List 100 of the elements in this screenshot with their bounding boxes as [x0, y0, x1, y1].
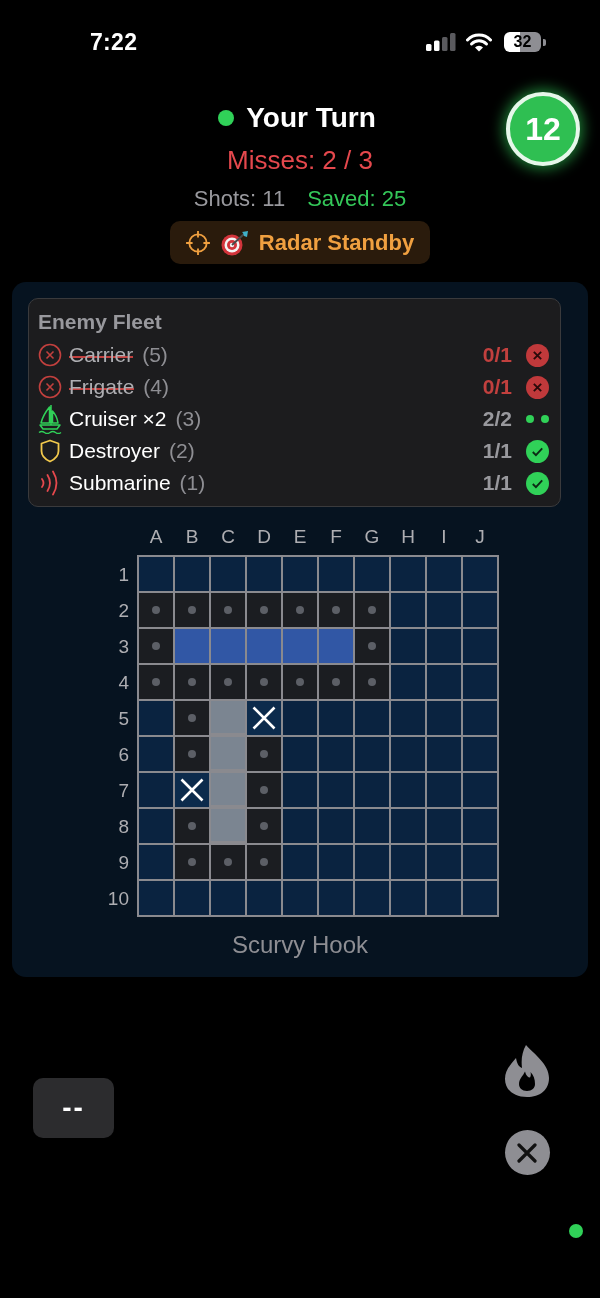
- grid-cell[interactable]: [355, 665, 389, 699]
- grid-cell[interactable]: [391, 629, 425, 663]
- grid-cell[interactable]: [355, 773, 389, 807]
- grid-cell[interactable]: [139, 773, 173, 807]
- grid-cell[interactable]: [247, 773, 281, 807]
- grid-cell[interactable]: [391, 737, 425, 771]
- grid-cell[interactable]: [319, 701, 353, 735]
- grid-cell[interactable]: [247, 809, 281, 843]
- grid-cell[interactable]: [355, 701, 389, 735]
- grid-cell[interactable]: [283, 593, 317, 627]
- grid-cell[interactable]: [247, 557, 281, 591]
- grid-cell[interactable]: [175, 557, 209, 591]
- grid-cell[interactable]: [247, 629, 281, 663]
- grid-cell[interactable]: [355, 629, 389, 663]
- grid-cell[interactable]: [139, 845, 173, 879]
- grid-cell[interactable]: [427, 557, 461, 591]
- grid-cell[interactable]: [139, 629, 173, 663]
- grid-cell[interactable]: [139, 809, 173, 843]
- grid-cell[interactable]: [463, 881, 497, 915]
- grid-cell[interactable]: [319, 809, 353, 843]
- grid-cell[interactable]: [175, 629, 209, 663]
- grid-cell[interactable]: [319, 737, 353, 771]
- grid-cell[interactable]: [175, 809, 209, 843]
- grid-cell[interactable]: [139, 701, 173, 735]
- grid-cell[interactable]: [427, 593, 461, 627]
- grid-cell[interactable]: [391, 665, 425, 699]
- grid-cell[interactable]: [247, 737, 281, 771]
- grid-cell[interactable]: [427, 881, 461, 915]
- dash-button[interactable]: --: [33, 1078, 114, 1138]
- grid-cell[interactable]: [283, 809, 317, 843]
- grid-cell[interactable]: [463, 737, 497, 771]
- grid-cell[interactable]: [139, 881, 173, 915]
- grid-cell[interactable]: [283, 881, 317, 915]
- grid-cell[interactable]: [211, 665, 245, 699]
- grid-cell[interactable]: [247, 701, 281, 735]
- grid-cell[interactable]: [463, 557, 497, 591]
- grid-cell[interactable]: [355, 557, 389, 591]
- grid-cell[interactable]: [139, 665, 173, 699]
- grid-cell[interactable]: [463, 665, 497, 699]
- grid-cell[interactable]: [175, 665, 209, 699]
- grid-cell[interactable]: [355, 809, 389, 843]
- grid-cell[interactable]: [391, 845, 425, 879]
- grid-cell[interactable]: [391, 773, 425, 807]
- grid-cell[interactable]: [319, 773, 353, 807]
- grid-cell[interactable]: [463, 629, 497, 663]
- flame-icon[interactable]: [504, 1044, 550, 1098]
- grid-cell[interactable]: [427, 665, 461, 699]
- radar-button[interactable]: Radar Standby: [169, 221, 431, 264]
- grid-cell[interactable]: [247, 665, 281, 699]
- grid-cell[interactable]: [247, 593, 281, 627]
- grid-cell[interactable]: [139, 737, 173, 771]
- grid-cell[interactable]: [463, 701, 497, 735]
- grid-cell[interactable]: [319, 665, 353, 699]
- grid-cell[interactable]: [247, 845, 281, 879]
- grid-cell[interactable]: [211, 593, 245, 627]
- grid-cell[interactable]: [211, 557, 245, 591]
- grid-cell[interactable]: [427, 629, 461, 663]
- grid-cell[interactable]: [391, 809, 425, 843]
- grid-cell[interactable]: [391, 701, 425, 735]
- grid-cell[interactable]: [427, 809, 461, 843]
- grid-cell[interactable]: [283, 557, 317, 591]
- grid-cell[interactable]: [175, 881, 209, 915]
- grid-cell[interactable]: [247, 881, 281, 915]
- grid-cell[interactable]: [283, 701, 317, 735]
- grid-cell[interactable]: [463, 593, 497, 627]
- grid-cell[interactable]: [427, 773, 461, 807]
- grid-cell[interactable]: [283, 773, 317, 807]
- grid-cell[interactable]: [391, 557, 425, 591]
- grid-cell[interactable]: [355, 845, 389, 879]
- grid-cell[interactable]: [175, 701, 209, 735]
- grid-cell[interactable]: [139, 557, 173, 591]
- grid-cell[interactable]: [175, 593, 209, 627]
- grid-cell[interactable]: [319, 845, 353, 879]
- grid-cell[interactable]: [427, 701, 461, 735]
- grid-cell[interactable]: [463, 845, 497, 879]
- grid-cell[interactable]: [463, 773, 497, 807]
- grid-cell[interactable]: [319, 593, 353, 627]
- grid-cell[interactable]: [355, 881, 389, 915]
- grid-cell[interactable]: [355, 737, 389, 771]
- grid-cell[interactable]: [211, 881, 245, 915]
- grid-cell[interactable]: [175, 737, 209, 771]
- grid-cell[interactable]: [283, 665, 317, 699]
- grid-cell[interactable]: [427, 845, 461, 879]
- grid-cell[interactable]: [463, 809, 497, 843]
- grid-cell[interactable]: [319, 557, 353, 591]
- grid-cell[interactable]: [175, 845, 209, 879]
- grid-cell[interactable]: [319, 629, 353, 663]
- close-button[interactable]: [504, 1130, 550, 1175]
- grid-cell[interactable]: [211, 629, 245, 663]
- grid-cell[interactable]: [427, 737, 461, 771]
- grid-cell[interactable]: [283, 629, 317, 663]
- grid-cell[interactable]: [283, 845, 317, 879]
- grid-cell[interactable]: [391, 881, 425, 915]
- grid-cell[interactable]: [211, 845, 245, 879]
- grid-cell[interactable]: [175, 773, 209, 807]
- grid-cell[interactable]: [319, 881, 353, 915]
- grid-cell[interactable]: [139, 593, 173, 627]
- grid-cell[interactable]: [283, 737, 317, 771]
- grid-cell[interactable]: [355, 593, 389, 627]
- grid-cell[interactable]: [391, 593, 425, 627]
